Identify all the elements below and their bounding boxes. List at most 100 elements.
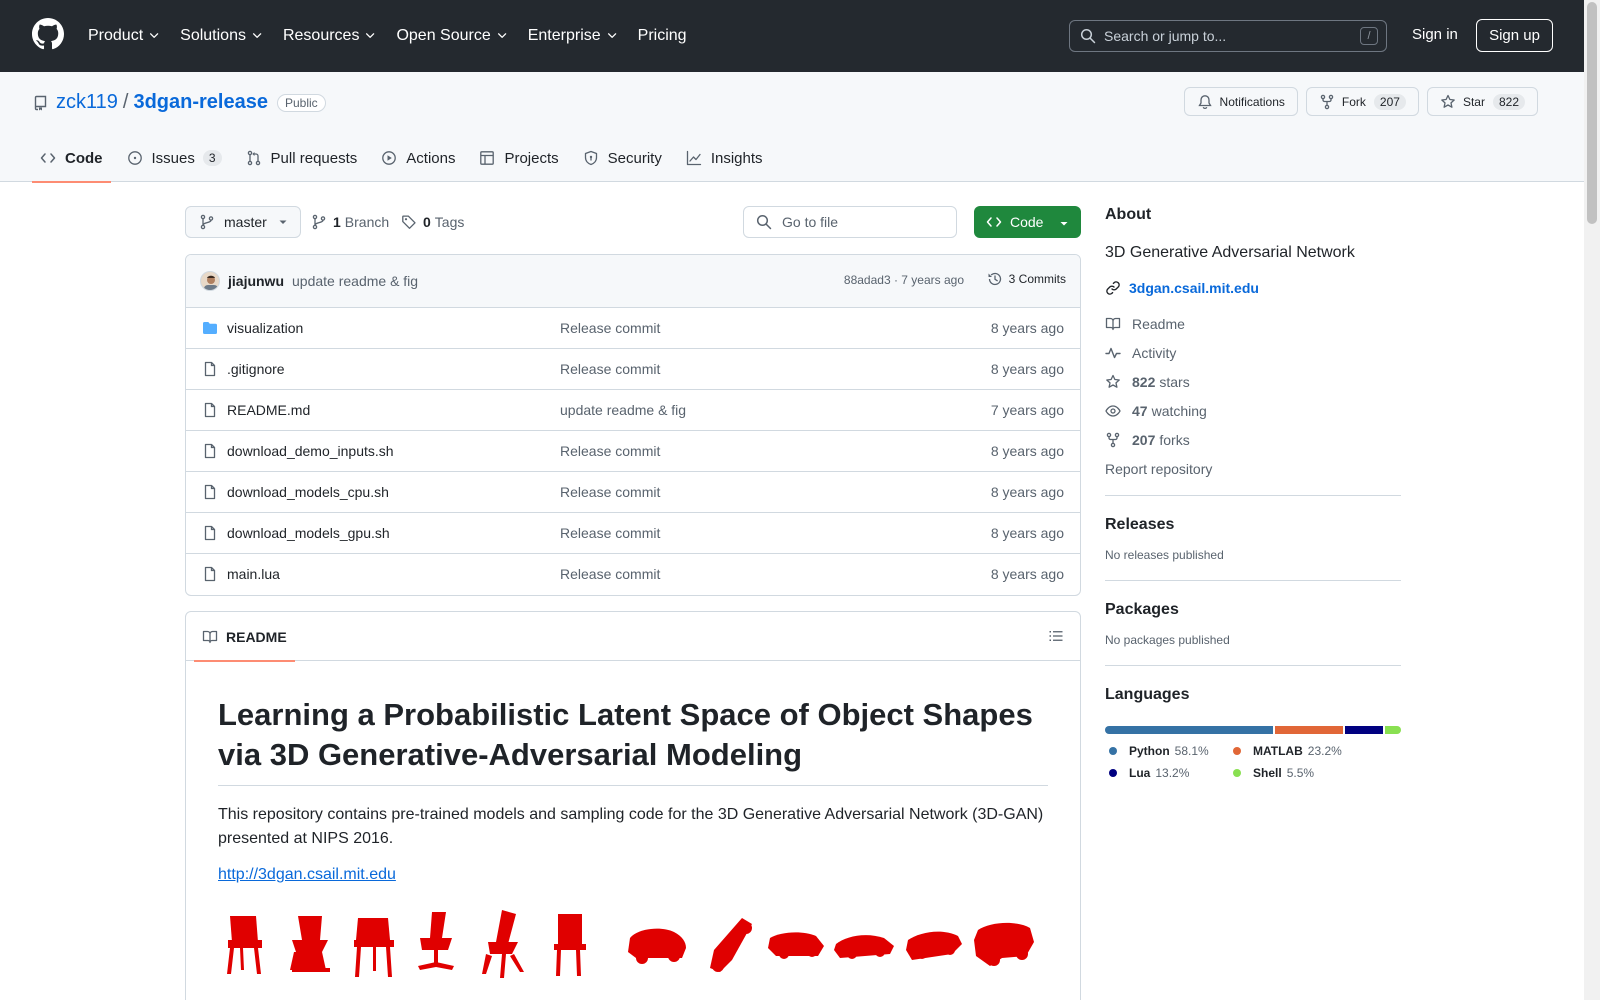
page-scrollbar[interactable]	[1584, 0, 1600, 1000]
nav-resources[interactable]: Resources	[283, 20, 378, 52]
file-name-link[interactable]: main.lua	[227, 566, 280, 582]
file-commit-message-link[interactable]: Release commit	[560, 484, 660, 500]
releases-heading[interactable]: Releases	[1105, 516, 1401, 534]
language-item[interactable]: Lua 13.2%	[1109, 766, 1233, 780]
language-bar-segment[interactable]	[1344, 726, 1384, 734]
search-input[interactable]: Search or jump to... /	[1069, 20, 1387, 52]
nav-enterprise[interactable]: Enterprise	[528, 20, 620, 52]
tab-code[interactable]: Code	[32, 134, 111, 183]
visibility-badge: Public	[276, 93, 326, 112]
branch-count: 1	[333, 214, 341, 230]
packages-heading[interactable]: Packages	[1105, 601, 1401, 619]
file-name-link[interactable]: README.md	[227, 402, 310, 418]
report-repository-link[interactable]: Report repository	[1105, 461, 1401, 477]
language-item[interactable]: MATLAB 23.2%	[1233, 744, 1405, 758]
tag-icon	[402, 215, 416, 229]
table-row[interactable]: README.md update readme & fig 7 years ago	[186, 390, 1080, 431]
language-bar-segment[interactable]	[1385, 726, 1401, 734]
file-commit-message-link[interactable]: Release commit	[560, 320, 660, 336]
file-commit-message-link[interactable]: Release commit	[560, 525, 660, 541]
search-icon	[1080, 28, 1096, 44]
avatar[interactable]	[200, 271, 220, 291]
language-bar-segment[interactable]	[1275, 726, 1343, 734]
forks-count: 207	[1132, 432, 1156, 448]
language-item[interactable]: Python 58.1%	[1109, 744, 1233, 758]
github-logo-icon[interactable]	[32, 18, 64, 50]
nav-product[interactable]: Product	[88, 20, 162, 52]
nav-open-source[interactable]: Open Source	[396, 20, 509, 52]
forks-link[interactable]: 207 forks	[1105, 432, 1401, 448]
file-name-link[interactable]: visualization	[227, 320, 303, 336]
file-commit-message-link[interactable]: update readme & fig	[560, 402, 686, 418]
star-button[interactable]: Star 822	[1426, 87, 1538, 116]
go-to-file-input[interactable]: Go to file	[743, 206, 957, 238]
tab-counter: 3	[202, 150, 222, 166]
table-row[interactable]: .gitignore Release commit 8 years ago	[186, 349, 1080, 390]
code-dropdown-button[interactable]: Code	[974, 206, 1081, 238]
file-icon	[204, 525, 216, 541]
stars-link[interactable]: 822 stars	[1105, 374, 1401, 390]
homepage-url: 3dgan.csail.mit.edu	[1129, 280, 1259, 296]
tab-issues[interactable]: Issues 3	[119, 134, 230, 182]
file-commit-message-link[interactable]: Release commit	[560, 361, 660, 377]
sign-up-button[interactable]: Sign up	[1476, 19, 1553, 52]
homepage-link[interactable]: 3dgan.csail.mit.edu	[1105, 280, 1401, 296]
file-icon	[204, 402, 216, 418]
repo-owner-link[interactable]: zck119	[56, 91, 118, 114]
graph-icon	[686, 150, 701, 166]
sign-in-link[interactable]: Sign in	[1412, 26, 1458, 43]
table-row[interactable]: download_demo_inputs.sh Release commit 8 y…	[186, 431, 1080, 472]
readme-link[interactable]: Readme	[1105, 316, 1401, 332]
chevron-down-icon	[252, 33, 262, 38]
about-heading: About	[1105, 206, 1152, 223]
readme-tab[interactable]: README	[194, 612, 295, 662]
nav-solutions[interactable]: Solutions	[180, 20, 265, 52]
branch-selector[interactable]: master	[185, 206, 301, 238]
commit-message-link[interactable]: update readme & fig	[292, 273, 418, 289]
language-bar-segment[interactable]	[1105, 726, 1274, 734]
star-count: 822	[1492, 93, 1525, 110]
file-name-link[interactable]: download_demo_inputs.sh	[227, 443, 394, 459]
table-row[interactable]: download_models_cpu.sh Release commit 8 ye…	[186, 472, 1080, 513]
car-shape	[768, 932, 824, 959]
fork-button[interactable]: Fork 207	[1305, 87, 1419, 116]
repo-name-link[interactable]: 3dgan-release	[133, 91, 268, 114]
language-percent: 23.2%	[1307, 744, 1342, 758]
table-row[interactable]: main.lua Release commit 8 years ago	[186, 554, 1080, 595]
file-commit-age: 8 years ago	[990, 566, 1064, 582]
scrollbar-thumb[interactable]	[1587, 2, 1597, 224]
tab-label: Issues	[151, 149, 195, 167]
file-commit-message-link[interactable]: Release commit	[560, 443, 660, 459]
branches-link[interactable]: 1 Branch	[311, 214, 389, 230]
readme-project-link[interactable]: http://3dgan.csail.mit.edu	[218, 866, 396, 884]
activity-link[interactable]: Activity	[1105, 345, 1401, 361]
tags-link[interactable]: 0 Tags	[401, 214, 464, 230]
tab-projects[interactable]: Projects	[471, 134, 566, 182]
chevron-down-icon	[607, 33, 616, 38]
commit-hash-and-age[interactable]: 88adad3 · 7 years ago	[844, 273, 964, 287]
file-name-link[interactable]: download_models_cpu.sh	[227, 484, 389, 500]
tab-insights[interactable]: Insights	[678, 134, 771, 182]
language-bar	[1105, 726, 1401, 734]
notifications-button[interactable]: Notifications	[1183, 87, 1298, 116]
file-icon	[204, 443, 216, 459]
table-row[interactable]: download_models_gpu.sh Release commit 8 ye…	[186, 513, 1080, 554]
star-icon	[1441, 94, 1455, 108]
table-of-contents-icon[interactable]	[1048, 628, 1064, 644]
file-commit-message-link[interactable]: Release commit	[560, 566, 660, 582]
table-row[interactable]: visualization Release commit 8 years ago	[186, 308, 1080, 349]
tag-count: 0	[423, 214, 431, 230]
nav-pricing[interactable]: Pricing	[638, 20, 687, 52]
file-name-link[interactable]: download_models_gpu.sh	[227, 525, 390, 541]
tab-pull-requests[interactable]: Pull requests	[238, 134, 366, 182]
commit-author-link[interactable]: jiajunwu	[228, 273, 284, 289]
file-commit-age: 8 years ago	[990, 443, 1064, 459]
file-name-link[interactable]: .gitignore	[227, 361, 285, 377]
tab-security[interactable]: Security	[575, 134, 670, 182]
tab-actions[interactable]: Actions	[373, 134, 463, 182]
latest-commit-bar: jiajunwu update readme & fig 88adad3 · 7…	[186, 255, 1080, 308]
watchers-link[interactable]: 47 watching	[1105, 403, 1401, 419]
branch-count-label: Branch	[344, 214, 390, 230]
language-item[interactable]: Shell 5.5%	[1233, 766, 1405, 780]
commits-history-link[interactable]: 3 Commits	[987, 271, 1066, 287]
